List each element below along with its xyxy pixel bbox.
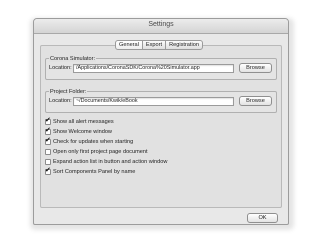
checkbox[interactable]: ✔ — [45, 127, 51, 135]
option-label: Show Welcome window — [53, 129, 112, 135]
simulator-location-field[interactable]: /Applications/CoronaSDK/Corona%20Simulat… — [73, 64, 234, 73]
option-show-alerts[interactable]: ✔ Show all alert messages — [45, 117, 114, 126]
project-location-field[interactable]: ~/Documents/Kwik/eBook — [73, 97, 234, 106]
checkbox[interactable]: ✔ — [45, 137, 51, 145]
project-location-label: Location: — [49, 98, 72, 104]
checkmark-icon: ✔ — [45, 167, 51, 174]
stage: Settings Corona Simulator: Location: /Ap… — [0, 0, 320, 251]
tab-export[interactable]: Export — [141, 40, 167, 50]
option-show-welcome[interactable]: ✔ Show Welcome window — [45, 127, 112, 136]
option-expand-action-list[interactable]: Expand action list in button and action … — [45, 158, 167, 166]
project-folder-label: Project Folder: — [49, 89, 88, 95]
tab-registration[interactable]: Registration — [165, 40, 203, 50]
option-label: Show all alert messages — [53, 119, 114, 125]
checkmark-icon: ✔ — [45, 127, 51, 134]
corona-simulator-group: Corona Simulator: Location: /Application… — [45, 56, 277, 80]
option-label: Open only first project page document — [53, 149, 148, 155]
option-label: Sort Components Panel by name — [53, 169, 136, 175]
checkbox[interactable]: ✔ — [45, 117, 51, 125]
ok-button[interactable]: OK — [247, 213, 278, 223]
settings-window: Settings Corona Simulator: Location: /Ap… — [33, 18, 289, 225]
option-sort-components[interactable]: ✔ Sort Components Panel by name — [45, 167, 136, 176]
project-browse-button[interactable]: Browse — [239, 96, 272, 106]
checkmark-icon: ✔ — [45, 137, 51, 144]
option-label: Expand action list in button and action … — [53, 159, 168, 165]
title-bar[interactable]: Settings — [34, 19, 288, 34]
option-check-updates[interactable]: ✔ Check for updates when starting — [45, 137, 134, 146]
corona-simulator-label: Corona Simulator: — [49, 56, 97, 62]
general-panel: Corona Simulator: Location: /Application… — [40, 45, 282, 208]
option-open-first-page[interactable]: Open only first project page document — [45, 148, 148, 156]
window-title: Settings — [148, 21, 174, 28]
checkmark-icon: ✔ — [45, 117, 51, 124]
checkbox[interactable] — [45, 149, 51, 155]
checkbox[interactable] — [45, 159, 51, 165]
tab-general[interactable]: General — [115, 40, 143, 50]
tab-bar: General Export Registration — [115, 40, 203, 50]
option-label: Check for updates when starting — [53, 139, 134, 145]
simulator-browse-button[interactable]: Browse — [239, 63, 272, 73]
project-folder-group: Project Folder: Location: ~/Documents/Kw… — [45, 89, 277, 113]
checkbox[interactable]: ✔ — [45, 167, 51, 175]
simulator-location-label: Location: — [49, 65, 72, 71]
